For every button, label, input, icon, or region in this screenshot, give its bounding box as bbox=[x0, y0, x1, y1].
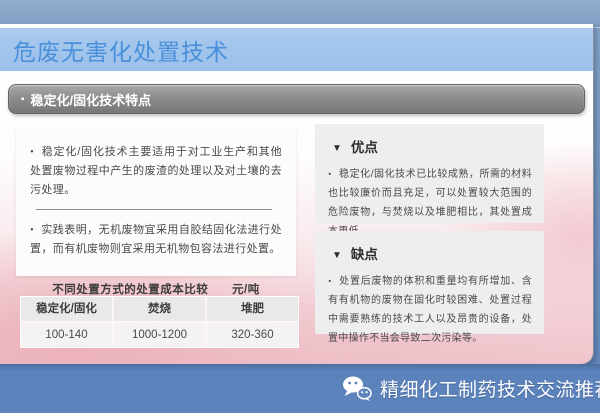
disadvantages-heading: ▼ 缺点 bbox=[315, 231, 544, 263]
title-bar: 危废无害化处置技术 bbox=[0, 28, 593, 71]
disadvantages-bullet: •处置后废物的体积和重量均有所增加、含有有机物的废物在固化时较困难、处置过程中需… bbox=[315, 263, 544, 348]
left-panel-bullet-2: •实践表明，无机废物宜采用自胶结固化法进行处置，而有机废物则宜采用无机物包容法进… bbox=[16, 210, 296, 259]
cost-table: 稳定化/固化 焚烧 堆肥 100-140 1000-1200 320-360 bbox=[20, 296, 299, 348]
triangle-down-icon: ▼ bbox=[332, 143, 342, 154]
bullet-icon: • bbox=[328, 274, 331, 289]
cost-table-header-cell: 焚烧 bbox=[114, 297, 205, 321]
slide-page: 危废无害化处置技术 ▪ 稳定化/固化技术特点 •稳定化/固化技术主要适用于对工业… bbox=[0, 0, 600, 413]
cost-table-unit: 元/吨 bbox=[232, 284, 260, 296]
bullet-icon: • bbox=[30, 223, 33, 238]
slide-card: 危废无害化处置技术 ▪ 稳定化/固化技术特点 •稳定化/固化技术主要适用于对工业… bbox=[0, 24, 594, 365]
cost-table-value-cell: 320-360 bbox=[207, 323, 298, 347]
cost-table-title-text: 不同处置方式的处置成本比较 bbox=[52, 284, 208, 296]
left-panel-bullet-1: •稳定化/固化技术主要适用于对工业生产和其他处置废物过程中产生的废渣的处理以及对… bbox=[16, 130, 296, 200]
disadvantages-text: 处置后废物的体积和重量均有所增加、含有有机物的废物在固化时较困难、处置过程中需要… bbox=[328, 276, 532, 344]
bullet-icon: • bbox=[328, 167, 331, 182]
platform-name: 精细化工制药技术交流推荐平台 bbox=[380, 375, 600, 402]
square-bullet-icon: ▪ bbox=[9, 94, 31, 105]
bullet-icon: • bbox=[30, 145, 33, 160]
cost-table-header-cell: 堆肥 bbox=[207, 297, 298, 321]
advantages-panel: ▼优点 •稳定化/固化技术已比较成熟，所需的材料也比较廉价而且充足，可以处置较大… bbox=[315, 124, 544, 223]
cost-table-header-cell: 稳定化/固化 bbox=[21, 297, 112, 321]
advantages-heading: ▼ 优点 bbox=[315, 124, 544, 156]
section-header-bar: ▪ 稳定化/固化技术特点 bbox=[8, 84, 585, 114]
disadvantages-heading-text: 缺点 bbox=[351, 247, 378, 262]
advantages-heading-text: 优点 bbox=[351, 140, 378, 155]
cost-table-value-cell: 1000-1200 bbox=[114, 323, 205, 347]
cost-table-value-cell: 100-140 bbox=[21, 323, 112, 347]
cost-table-title: 不同处置方式的处置成本比较 元/吨 bbox=[16, 281, 296, 297]
left-text-panel: •稳定化/固化技术主要适用于对工业生产和其他处置废物过程中产生的废渣的处理以及对… bbox=[16, 130, 296, 276]
triangle-down-icon: ▼ bbox=[332, 250, 342, 261]
disadvantages-panel: ▼缺点 •处置后废物的体积和重量均有所增加、含有有机物的废物在固化时较困难、处置… bbox=[315, 231, 544, 334]
wechat-icon bbox=[342, 375, 372, 402]
section-header-label: 稳定化/固化技术特点 bbox=[31, 90, 152, 109]
left-panel-bullet-1-text: 稳定化/固化技术主要适用于对工业生产和其他处置废物过程中产生的废渣的处理以及对土… bbox=[30, 146, 282, 196]
advantages-text: 稳定化/固化技术已比较成熟，所需的材料也比较廉价而且充足，可以处置较大范围的危险… bbox=[328, 169, 532, 237]
footer-bar: 精细化工制药技术交流推荐平台 bbox=[0, 364, 600, 413]
page-title: 危废无害化处置技术 bbox=[0, 33, 229, 67]
advantages-bullet: •稳定化/固化技术已比较成熟，所需的材料也比较廉价而且充足，可以处置较大范围的危… bbox=[315, 156, 544, 241]
left-panel-bullet-2-text: 实践表明，无机废物宜采用自胶结固化法进行处置，而有机废物则宜采用无机物包容法进行… bbox=[30, 224, 282, 255]
